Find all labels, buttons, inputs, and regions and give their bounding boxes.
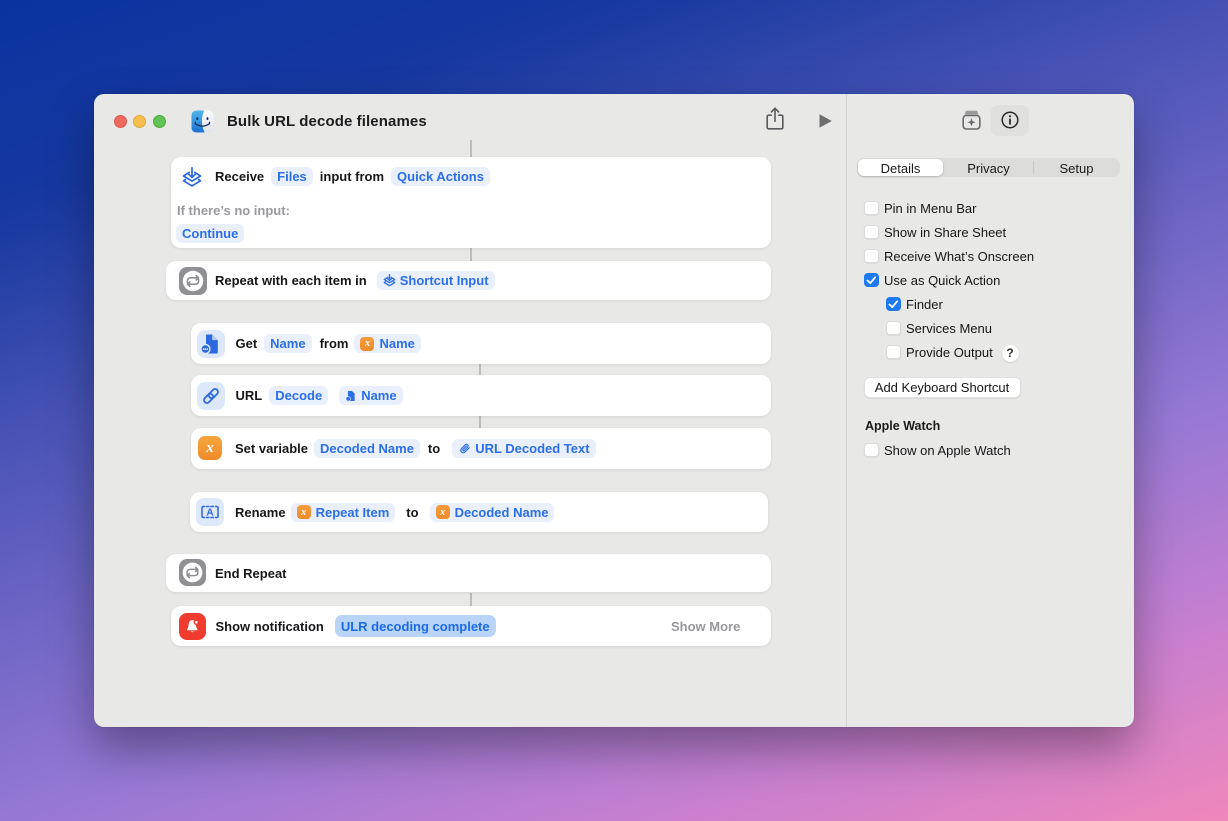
svg-text:A: A xyxy=(206,508,213,519)
